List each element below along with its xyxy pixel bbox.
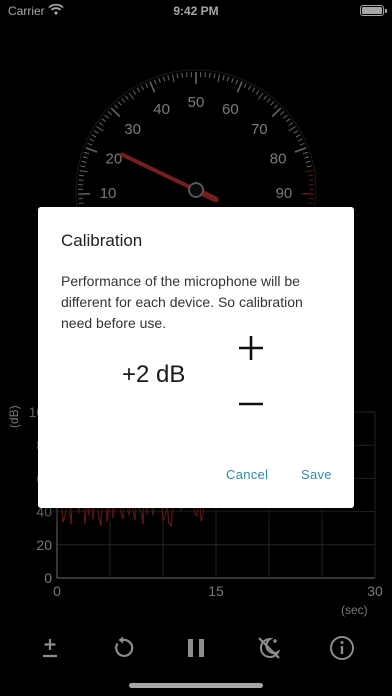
- minus-icon: [239, 402, 263, 406]
- cancel-button[interactable]: Cancel: [226, 467, 268, 482]
- dialog-message: Performance of the microphone will be di…: [61, 273, 303, 331]
- calibration-value: +2 dB: [122, 361, 186, 388]
- decrease-button[interactable]: [238, 391, 264, 417]
- dialog-title: Calibration: [61, 231, 143, 250]
- save-button[interactable]: Save: [301, 467, 332, 482]
- calibration-dialog: Calibration Performance of the microphon…: [38, 207, 354, 508]
- plus-icon: [239, 336, 263, 360]
- increase-button[interactable]: [238, 335, 264, 361]
